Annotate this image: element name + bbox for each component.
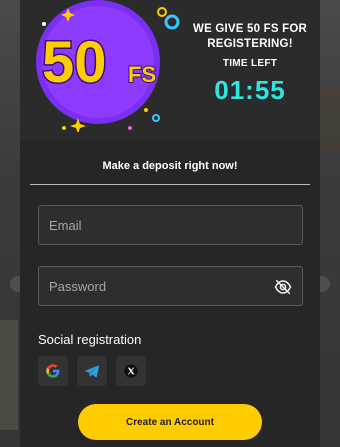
promo-text: WE GIVE 50 FS FOR REGISTERING! TIME LEFT… bbox=[188, 22, 312, 106]
promo-banner: 50 FS WE GIVE 50 FS FOR REGISTERING! TIM… bbox=[20, 0, 320, 140]
countdown-timer: 01:55 bbox=[214, 75, 286, 105]
google-icon bbox=[46, 364, 60, 378]
registration-modal: 50 FS WE GIVE 50 FS FOR REGISTERING! TIM… bbox=[20, 0, 320, 447]
social-registration-label: Social registration bbox=[38, 332, 142, 347]
social-buttons bbox=[38, 356, 146, 386]
telegram-icon bbox=[85, 365, 99, 378]
email-input[interactable] bbox=[39, 206, 302, 244]
badge-amount: 50 bbox=[42, 30, 107, 95]
password-input[interactable] bbox=[39, 267, 302, 305]
telegram-login-button[interactable] bbox=[77, 356, 107, 386]
backdrop-decoration bbox=[318, 90, 340, 150]
promo-headline: WE GIVE 50 FS FOR REGISTERING! bbox=[193, 23, 307, 50]
password-field[interactable] bbox=[38, 266, 303, 306]
time-left-label: TIME LEFT bbox=[222, 58, 278, 69]
x-login-button[interactable] bbox=[116, 356, 146, 386]
email-field[interactable] bbox=[38, 205, 303, 245]
badge-unit: FS bbox=[128, 62, 156, 87]
deposit-cta-text: Make a deposit right now! bbox=[102, 160, 238, 172]
divider bbox=[30, 184, 310, 185]
free-spins-badge: 50 FS bbox=[36, 0, 180, 132]
eye-off-icon[interactable] bbox=[274, 278, 292, 296]
x-icon bbox=[124, 364, 138, 378]
create-account-button[interactable]: Create an Account bbox=[78, 404, 262, 440]
google-login-button[interactable] bbox=[38, 356, 68, 386]
backdrop-decoration bbox=[0, 320, 18, 430]
